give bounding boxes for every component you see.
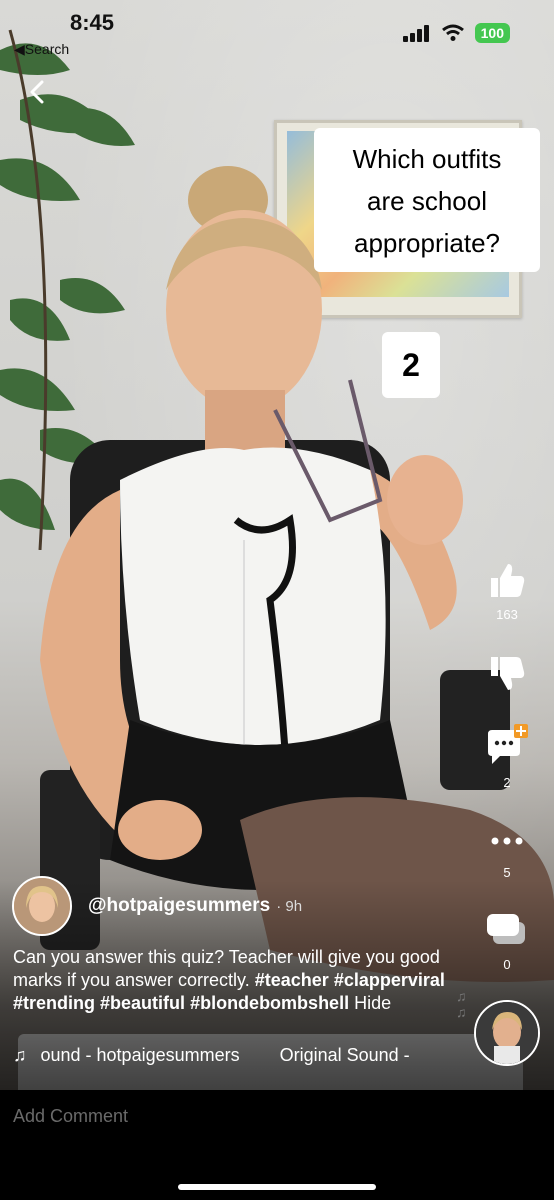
author-avatar[interactable] xyxy=(12,876,72,936)
more-button[interactable]: 5 xyxy=(482,826,532,880)
comment-button[interactable]: 2 xyxy=(482,724,532,790)
post-time: · 9h xyxy=(276,897,303,915)
sound-avatar[interactable] xyxy=(474,1000,540,1066)
more-count: 5 xyxy=(503,865,511,880)
status-time: 8:45 xyxy=(70,10,115,35)
battery-indicator: 100 xyxy=(474,23,510,43)
post-caption: Can you answer this quiz? Teacher will g… xyxy=(13,946,453,1015)
thumbs-down-icon xyxy=(491,657,525,690)
sound-row[interactable]: ♫ ound - hotpaigesummers Original Sound … xyxy=(13,1045,410,1066)
hide-caption-button[interactable]: Hide xyxy=(354,993,391,1013)
quiz-number-overlay: 2 xyxy=(382,332,440,398)
hashtag-link[interactable]: #blondebombshell xyxy=(190,993,349,1013)
status-icons: 100 xyxy=(402,23,510,43)
share-count: 0 xyxy=(503,957,511,972)
more-dots-icon xyxy=(491,837,523,845)
music-notes-icon: ♫ ♫ xyxy=(456,988,467,1020)
share-cards-icon xyxy=(487,914,525,944)
quiz-line: are school xyxy=(367,186,487,216)
hashtag-link[interactable]: #beautiful xyxy=(100,993,185,1013)
sound-original: Original Sound - xyxy=(279,1045,410,1065)
author-avatar-image xyxy=(14,878,70,934)
like-button[interactable]: 163 xyxy=(482,560,532,622)
dislike-button[interactable] xyxy=(482,654,532,697)
comment-icon xyxy=(488,724,528,764)
sound-label: ound - hotpaigesummers xyxy=(40,1045,240,1065)
wifi-icon xyxy=(441,24,464,41)
music-note-icon: ♫ xyxy=(13,1045,27,1065)
share-button[interactable]: 0 xyxy=(482,910,532,972)
quiz-line: Which outfits xyxy=(352,144,502,174)
quiz-question-overlay: Which outfits are school appropriate? xyxy=(314,128,540,272)
sound-avatar-image xyxy=(476,1002,538,1064)
signal-icon xyxy=(402,25,429,42)
back-to-search-link[interactable]: ◀Search xyxy=(14,41,69,58)
comment-count: 2 xyxy=(503,775,511,790)
author-row[interactable]: @hotpaigesummers · 9h xyxy=(12,876,302,936)
like-count: 163 xyxy=(496,607,518,622)
home-indicator xyxy=(178,1184,376,1190)
back-label: Search xyxy=(24,41,70,57)
hashtag-link[interactable]: #trending xyxy=(13,993,95,1013)
add-comment-input[interactable]: Add Comment xyxy=(13,1106,128,1127)
hashtag-link[interactable]: #teacher xyxy=(255,970,329,990)
back-chevron-icon[interactable] xyxy=(26,80,50,104)
author-username[interactable]: @hotpaigesummers xyxy=(88,895,270,917)
hashtag-link[interactable]: #clapperviral xyxy=(334,970,445,990)
thumbs-up-icon xyxy=(491,564,525,597)
back-arrow-icon: ◀ xyxy=(14,41,25,57)
quiz-line: appropriate? xyxy=(354,228,500,258)
